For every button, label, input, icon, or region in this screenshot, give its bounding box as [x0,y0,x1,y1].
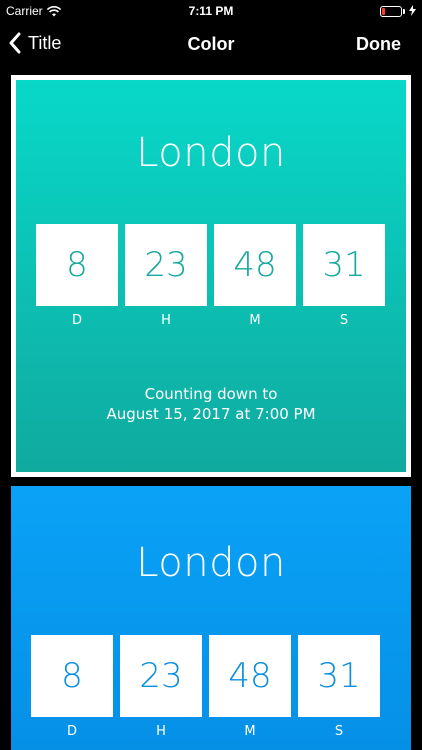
color-option-blue[interactable]: London 8 D 23 H 48 M 31 S [11,486,411,750]
countdown-hours: 23 H [125,224,207,328]
countdown-unit: D [66,724,77,739]
status-time: 7:11 PM [188,4,234,18]
countdown-unit: H [156,724,166,739]
city-title: London [136,130,286,176]
countdown-value: 31 [298,635,380,717]
countdown-boxes: 8 D 23 H 48 M 31 S [31,635,380,739]
countdown-unit: D [71,313,82,328]
countdown-days: 8 D [31,635,113,739]
caption-line-1: Counting down to [144,385,278,403]
city-title: London [136,540,286,586]
countdown-unit: H [161,313,171,328]
countdown-value: 8 [31,635,113,717]
color-option-teal[interactable]: London 8 D 23 H 48 M 31 S Counting down … [11,75,411,477]
countdown-seconds: 31 S [303,224,385,328]
charging-bolt-icon [409,5,416,19]
status-bar: Carrier 7:11 PM [0,0,422,22]
countdown-value: 23 [120,635,202,717]
countdown-minutes: 48 M [209,635,291,739]
back-button[interactable]: Title [8,31,61,55]
done-button[interactable]: Done [356,34,401,55]
countdown-value: 48 [214,224,296,306]
countdown-seconds: 31 S [298,635,380,739]
countdown-caption: Counting down to August 15, 2017 at 7:00… [16,384,406,424]
countdown-unit: M [249,313,261,328]
countdown-unit: S [339,313,349,328]
countdown-value: 8 [36,224,118,306]
caption-line-2: August 15, 2017 at 7:00 PM [106,405,316,423]
countdown-days: 8 D [36,224,118,328]
chevron-left-icon [8,31,22,55]
countdown-value: 31 [303,224,385,306]
status-right [380,5,416,19]
countdown-minutes: 48 M [214,224,296,328]
battery-icon [380,6,406,18]
countdown-boxes: 8 D 23 H 48 M 31 S [36,224,385,328]
countdown-hours: 23 H [120,635,202,739]
navigation-bar: Title Color Done [0,22,422,66]
countdown-value: 48 [209,635,291,717]
countdown-unit: M [244,724,256,739]
countdown-unit: S [334,724,344,739]
countdown-value: 23 [125,224,207,306]
back-button-label: Title [28,32,62,53]
